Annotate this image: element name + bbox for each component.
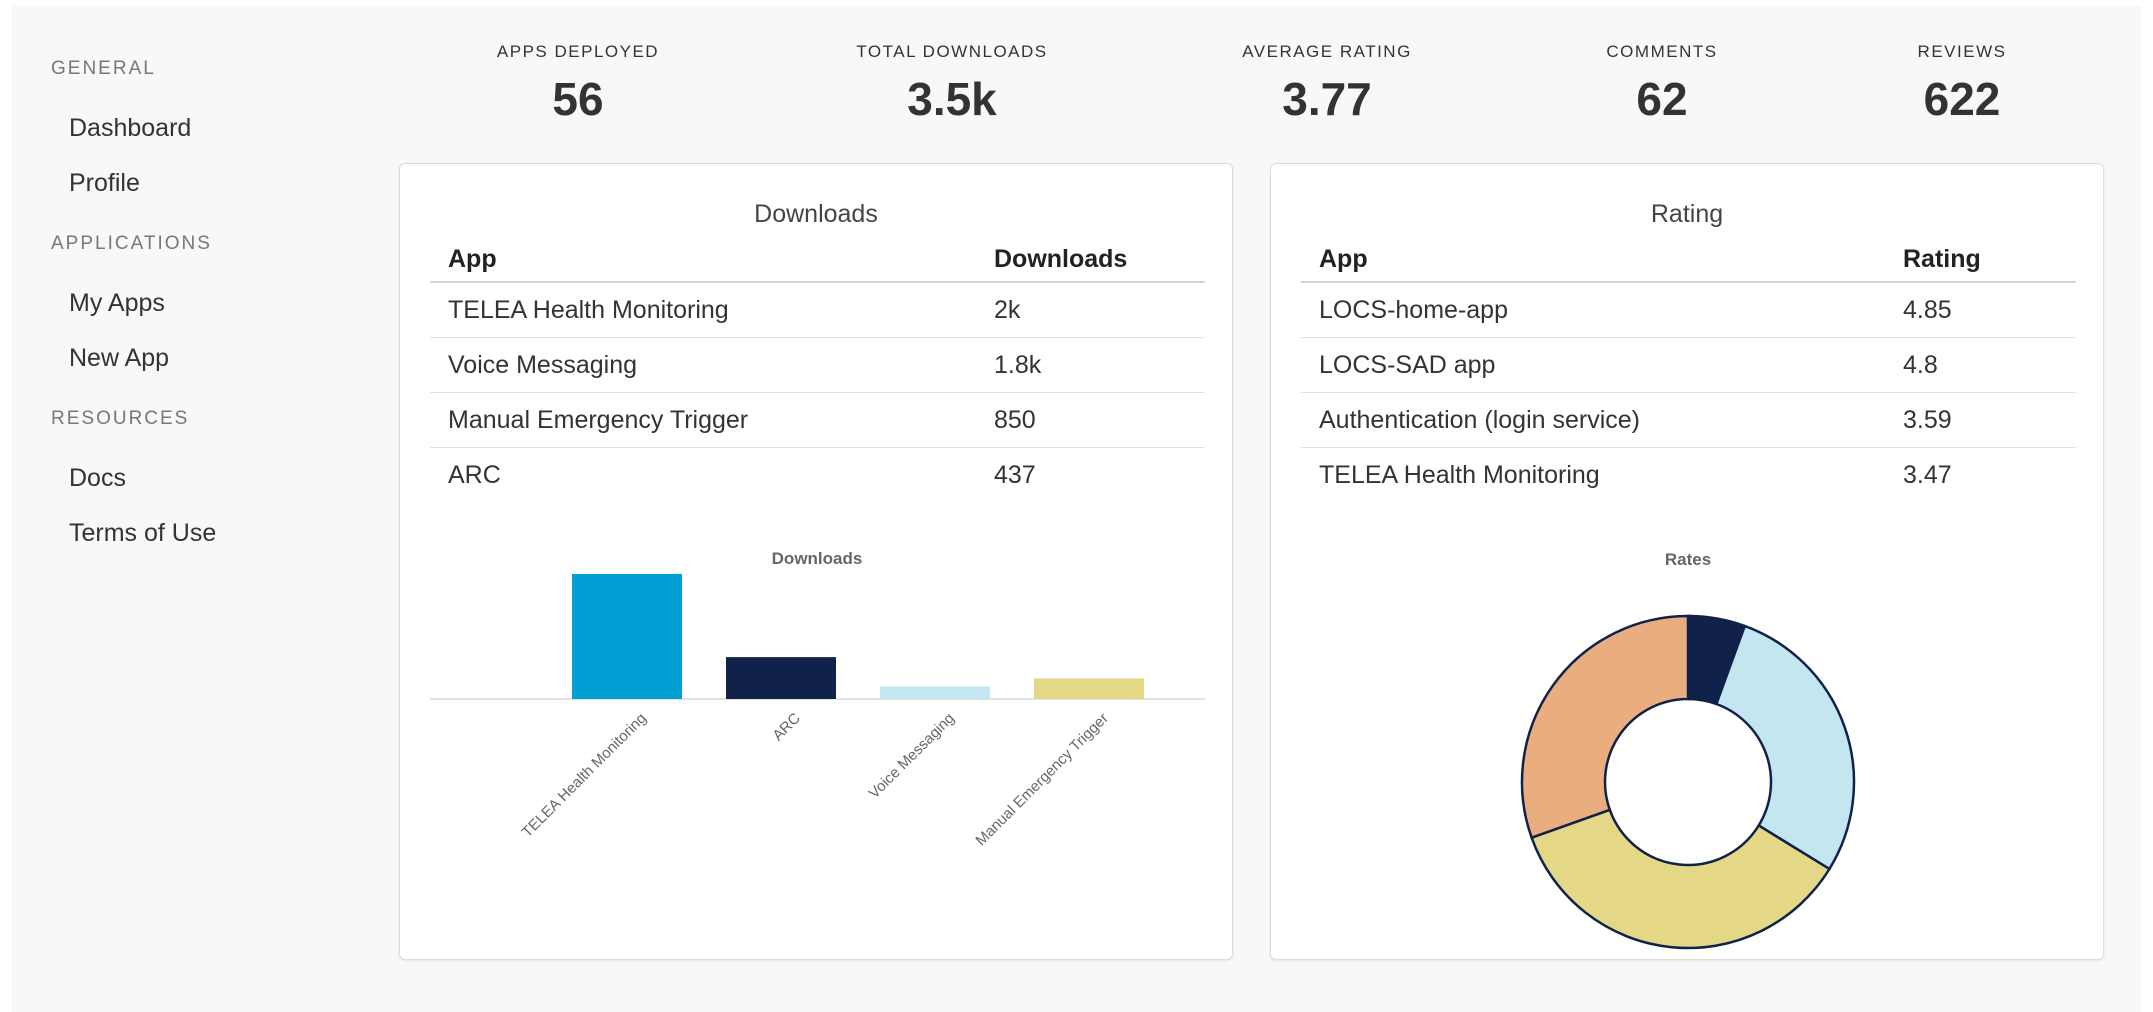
cell-rating: 4.8 — [1885, 337, 2076, 393]
stat-label: TOTAL DOWNLOADS — [856, 42, 1048, 61]
table-row[interactable]: Manual Emergency Trigger 850 — [430, 392, 1205, 448]
table-header-row: App Rating — [1301, 237, 2076, 283]
stat-comments: COMMENTS 62 — [1542, 42, 1782, 126]
bar-chart-bar[interactable] — [880, 686, 990, 700]
bar-chart-bar[interactable] — [726, 657, 836, 699]
stat-reviews: REVIEWS 622 — [1842, 42, 2082, 126]
rating-card-title: Rating — [1650, 200, 1724, 228]
cell-downloads: 437 — [994, 460, 1036, 489]
table-header-row: App Downloads — [430, 237, 1205, 283]
bar-chart-category-label: ARC — [769, 710, 804, 745]
cell-rating: 3.47 — [1903, 460, 1952, 489]
dashboard-page: GENERAL Dashboard Profile APPLICATIONS M… — [12, 6, 2141, 1012]
table-row[interactable]: Voice Messaging 1.8k — [430, 337, 1205, 393]
stat-label: COMMENTS — [1606, 42, 1718, 61]
table-row[interactable]: LOCS-SAD app 4.8 — [1301, 337, 2076, 393]
cell-app: LOCS-SAD app — [1301, 337, 1885, 393]
column-header-app[interactable]: App — [430, 237, 976, 283]
rating-table: App Rating LOCS-home-app 4.85 LOCS-SAD a… — [1301, 237, 2076, 502]
stat-label: APPS DEPLOYED — [496, 42, 660, 61]
downloads-card-title: Downloads — [754, 200, 878, 228]
sidebar-item-docs[interactable]: Docs — [69, 464, 126, 493]
table-row[interactable]: LOCS-home-app 4.85 — [1301, 282, 2076, 338]
stat-total-downloads: TOTAL DOWNLOADS 3.5k — [832, 42, 1072, 126]
donut-chart-slice[interactable] — [1520, 614, 1690, 840]
bar-chart-title: Downloads — [772, 549, 863, 568]
sidebar-item-new-app[interactable]: New App — [69, 344, 169, 373]
cell-app: LOCS-home-app — [1301, 282, 1885, 338]
cell-app: ARC — [448, 460, 501, 489]
sidebar-item-profile[interactable]: Profile — [69, 169, 140, 198]
sidebar-item-dashboard[interactable]: Dashboard — [69, 114, 191, 143]
sidebar-section-applications: APPLICATIONS — [51, 233, 212, 254]
cell-downloads: 2k — [976, 282, 1205, 338]
rating-card: Rating App Rating LOCS-home-app 4.85 LOC… — [1270, 163, 2104, 960]
bar-chart-bar[interactable] — [572, 574, 682, 699]
stat-value: 3.77 — [1282, 73, 1372, 125]
cell-app: TELEA Health Monitoring — [1319, 460, 1600, 489]
stat-label: AVERAGE RATING — [1242, 42, 1412, 61]
stat-value: 56 — [552, 73, 604, 125]
table-row[interactable]: TELEA Health Monitoring 3.47 — [1301, 448, 2076, 503]
stat-average-rating: AVERAGE RATING 3.77 — [1207, 42, 1447, 126]
cell-rating: 4.85 — [1885, 282, 2076, 338]
cell-rating: 3.59 — [1885, 392, 2076, 448]
table-row[interactable]: TELEA Health Monitoring 2k — [430, 282, 1205, 338]
sidebar-section-resources: RESOURCES — [51, 408, 190, 429]
cell-app: Manual Emergency Trigger — [430, 392, 976, 448]
table-row[interactable]: ARC 437 — [430, 448, 1205, 503]
column-header-downloads[interactable]: Downloads — [976, 237, 1205, 283]
sidebar-section-general: GENERAL — [51, 58, 156, 79]
sidebar-item-terms-of-use[interactable]: Terms of Use — [69, 519, 216, 548]
donut-chart-title: Rates — [1665, 550, 1711, 569]
stat-value: 622 — [1923, 73, 2001, 125]
stat-label: REVIEWS — [1917, 42, 2007, 61]
cell-downloads: 1.8k — [976, 337, 1205, 393]
downloads-table: App Downloads TELEA Health Monitoring 2k… — [430, 237, 1205, 502]
stat-value: 3.5k — [907, 73, 997, 125]
sidebar: GENERAL Dashboard Profile APPLICATIONS M… — [12, 6, 382, 1012]
table-row[interactable]: Authentication (login service) 3.59 — [1301, 392, 2076, 448]
stat-apps-deployed: APPS DEPLOYED 56 — [458, 42, 698, 126]
cell-app: Voice Messaging — [430, 337, 976, 393]
column-header-app[interactable]: App — [1301, 237, 1885, 283]
cell-app: Authentication (login service) — [1301, 392, 1885, 448]
downloads-bar-chart: Downloads TELEA Health Monitoring ARC Voic… — [430, 549, 1205, 849]
cell-app: TELEA Health Monitoring — [430, 282, 976, 338]
cell-downloads: 850 — [976, 392, 1205, 448]
sidebar-item-my-apps[interactable]: My Apps — [69, 289, 165, 318]
rates-donut-chart: Rates — [1520, 550, 1856, 950]
bar-chart-bar[interactable] — [1034, 678, 1144, 699]
bar-chart-category-label: Voice Messaging — [866, 710, 958, 802]
bar-chart-category-label: TELEA Health Monitoring — [519, 710, 650, 841]
donut-chart-slice[interactable] — [1714, 624, 1856, 871]
stat-value: 62 — [1636, 73, 1688, 125]
bar-chart-category-label: Manual Emergency Trigger — [972, 710, 1111, 849]
downloads-card: Downloads App Downloads TELEA Health Mon… — [399, 163, 1233, 960]
column-header-rating[interactable]: Rating — [1885, 237, 2076, 283]
